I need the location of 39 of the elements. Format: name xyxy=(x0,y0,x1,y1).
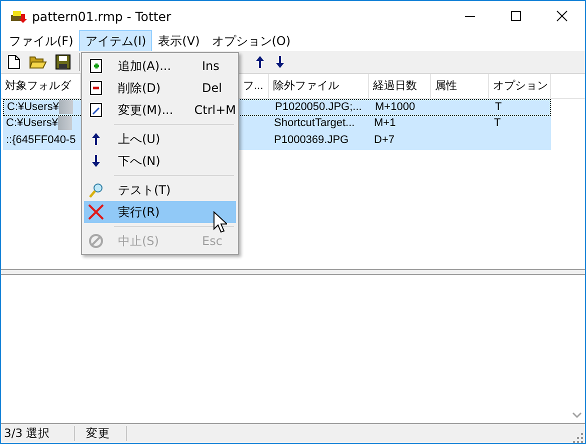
menu-item[interactable]: ファイル(F) xyxy=(3,30,80,52)
table-cell: T xyxy=(494,116,501,131)
add-file-icon xyxy=(88,58,104,74)
table-cell: D+7 xyxy=(374,133,394,148)
menu-item[interactable]: 削除(D) Del xyxy=(84,77,236,99)
column-header[interactable]: 属性 xyxy=(431,74,489,98)
table-cell: M+1 xyxy=(374,116,396,131)
status-text: 3/3 選択 xyxy=(1,426,75,441)
table-cell: ShortcutTarget... xyxy=(274,116,355,131)
menu-item[interactable]: 表示(V) xyxy=(152,30,206,52)
table-cell: P1000369.JPG xyxy=(274,133,349,148)
app-icon xyxy=(10,8,28,24)
cross-icon xyxy=(88,204,104,220)
menu-item[interactable]: 追加(A)... Ins xyxy=(84,55,236,77)
mouse-pointer-icon xyxy=(213,211,227,233)
edit-file-icon xyxy=(88,102,104,118)
folder-icon[interactable] xyxy=(29,54,47,70)
column-header[interactable]: 除外ファイル xyxy=(269,74,369,98)
table-cell: P1020050.JPG;... xyxy=(275,100,362,115)
remove-file-icon xyxy=(88,80,104,96)
column-header[interactable]: 経過日数 xyxy=(369,74,431,98)
new-file-icon[interactable] xyxy=(7,54,21,70)
column-header[interactable]: オプション xyxy=(489,74,551,98)
down-arrow-icon[interactable] xyxy=(274,54,286,70)
table-cell: T xyxy=(495,100,502,115)
prohibited-icon xyxy=(88,233,104,249)
menu-item[interactable]: テスト(T) xyxy=(84,179,236,201)
table-cell: C:¥Users¥ xyxy=(7,100,59,115)
table-cell: C:¥Users¥ xyxy=(6,116,58,131)
menu-item[interactable]: アイテム(I) xyxy=(79,30,152,52)
table-cell: ::{645FF040-5 xyxy=(6,133,76,148)
table-cell: M+1000 xyxy=(375,100,416,115)
menu-item[interactable]: 下へ(N) xyxy=(84,150,236,172)
window-title: pattern01.rmp - Totter xyxy=(32,8,172,24)
up-arrow-icon[interactable] xyxy=(254,54,266,70)
status-text: 変更 xyxy=(75,426,127,441)
menu-item[interactable]: 実行(R) xyxy=(84,201,236,223)
magnifier-icon xyxy=(88,182,104,198)
menu-item[interactable]: オプション(O) xyxy=(206,30,297,52)
